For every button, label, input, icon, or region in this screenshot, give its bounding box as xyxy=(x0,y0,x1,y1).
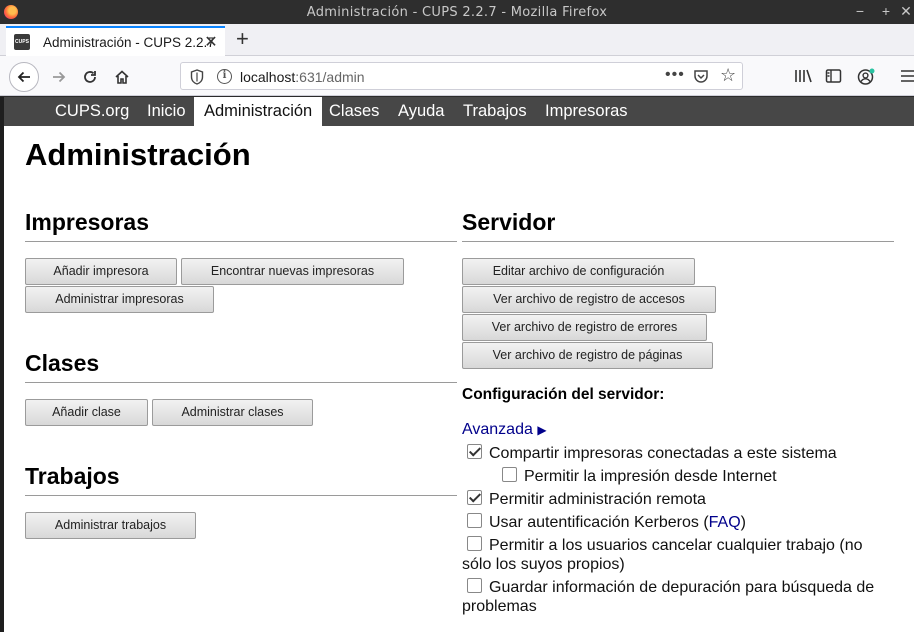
option-remote-admin: Permitir administración remota xyxy=(467,490,706,509)
menu-hamburger-icon[interactable] xyxy=(900,68,914,84)
reload-button[interactable] xyxy=(75,62,105,92)
tab-strip: CUPS Administración - CUPS 2.2.7 ✕ xyxy=(0,24,914,56)
window-close-button[interactable]: ✕ xyxy=(896,3,914,20)
cups-nav-bar: CUPS.org Inicio Administración Clases Ay… xyxy=(4,97,914,126)
remote-admin-label: Permitir administración remota xyxy=(489,491,706,508)
tab-title: Administración - CUPS 2.2.7 xyxy=(43,34,215,50)
debug-logging-label: Guardar información de depuración para b… xyxy=(462,579,875,615)
forward-arrow-icon xyxy=(53,71,66,83)
option-kerberos: Usar autentificación Kerberos (FAQ) xyxy=(467,513,746,532)
home-icon xyxy=(115,70,129,84)
option-share-printers: Compartir impresoras conectadas a este s… xyxy=(467,444,837,463)
server-config-title: Configuración del servidor: xyxy=(462,386,665,403)
option-cancel-any-job: Permitir a los usuarios cancelar cualqui… xyxy=(462,536,892,574)
share-printers-checkbox[interactable] xyxy=(467,444,482,459)
nav-inicio[interactable]: Inicio xyxy=(137,97,196,126)
share-printers-label: Compartir impresoras conectadas a este s… xyxy=(489,445,837,462)
maximize-button[interactable]: + xyxy=(876,3,896,19)
cancel-any-job-label: Permitir a los usuarios cancelar cualqui… xyxy=(462,537,863,573)
kerberos-checkbox[interactable] xyxy=(467,513,482,528)
view-access-log-button[interactable]: Ver archivo de registro de accesos xyxy=(462,286,716,313)
printers-heading: Impresoras xyxy=(25,209,457,242)
server-heading: Servidor xyxy=(462,209,894,242)
back-arrow-icon xyxy=(17,71,30,83)
page-actions-more-icon[interactable]: ••• xyxy=(665,66,685,84)
add-class-button[interactable]: Añadir clase xyxy=(25,399,148,426)
remote-admin-checkbox[interactable] xyxy=(467,490,482,505)
window-title: Administración - CUPS 2.2.7 - Mozilla Fi… xyxy=(306,5,608,20)
jobs-heading: Trabajos xyxy=(25,463,457,496)
cancel-any-job-checkbox[interactable] xyxy=(467,536,482,551)
navigation-toolbar: i localhost:631/admin ••• ☆ xyxy=(0,56,914,96)
kerberos-label: Usar autentificación Kerberos ( xyxy=(489,514,709,531)
edit-config-button[interactable]: Editar archivo de configuración xyxy=(462,258,695,285)
view-page-log-button[interactable]: Ver archivo de registro de páginas xyxy=(462,342,713,369)
add-printer-button[interactable]: Añadir impresora xyxy=(25,258,177,285)
tracking-protection-shield-icon[interactable] xyxy=(190,69,204,85)
minimize-button[interactable]: − xyxy=(850,3,870,19)
kerberos-label-end: ) xyxy=(740,514,746,531)
manage-printers-button[interactable]: Administrar impresoras xyxy=(25,286,214,313)
classes-heading: Clases xyxy=(25,350,457,383)
option-allow-internet: Permitir la impresión desde Internet xyxy=(502,467,777,486)
bookmark-star-icon[interactable]: ☆ xyxy=(720,65,736,86)
url-text[interactable]: localhost:631/admin xyxy=(240,69,365,85)
nav-impresoras[interactable]: Impresoras xyxy=(535,97,638,126)
nav-ayuda[interactable]: Ayuda xyxy=(388,97,455,126)
pocket-icon[interactable] xyxy=(693,69,709,84)
manage-classes-button[interactable]: Administrar clases xyxy=(152,399,313,426)
tab-close-icon[interactable]: ✕ xyxy=(203,32,219,52)
site-info-icon[interactable]: i xyxy=(217,69,232,84)
view-error-log-button[interactable]: Ver archivo de registro de errores xyxy=(462,314,707,341)
new-tab-button[interactable]: + xyxy=(236,28,249,50)
account-icon[interactable] xyxy=(857,68,875,86)
page-title: Administración xyxy=(25,137,251,172)
url-host: localhost xyxy=(240,69,296,85)
nav-administracion[interactable]: Administración xyxy=(194,97,323,126)
reload-icon xyxy=(84,71,96,83)
find-new-printers-button[interactable]: Encontrar nuevas impresoras xyxy=(181,258,404,285)
tab-cups-admin[interactable]: CUPS Administración - CUPS 2.2.7 ✕ xyxy=(6,26,225,56)
back-button[interactable] xyxy=(9,62,39,92)
advanced-label: Avanzada xyxy=(462,421,533,438)
nav-trabajos[interactable]: Trabajos xyxy=(453,97,537,126)
url-path: :631/admin xyxy=(295,69,365,85)
cups-favicon-icon: CUPS xyxy=(14,34,30,50)
faq-link[interactable]: FAQ xyxy=(709,514,741,531)
debug-logging-checkbox[interactable] xyxy=(467,578,482,593)
url-bar[interactable]: i localhost:631/admin ••• ☆ xyxy=(180,62,743,90)
forward-button[interactable] xyxy=(44,62,74,92)
manage-jobs-button[interactable]: Administrar trabajos xyxy=(25,512,196,539)
sidebar-toggle-icon[interactable] xyxy=(825,68,842,84)
nav-clases[interactable]: Clases xyxy=(319,97,389,126)
home-button[interactable] xyxy=(107,62,137,92)
allow-internet-label: Permitir la impresión desde Internet xyxy=(524,468,777,485)
library-icon[interactable] xyxy=(794,68,812,84)
option-debug-logging: Guardar información de depuración para b… xyxy=(462,578,892,616)
window-titlebar: Administración - CUPS 2.2.7 - Mozilla Fi… xyxy=(0,0,914,24)
expand-arrow-icon: ▶ xyxy=(537,423,547,437)
allow-internet-checkbox[interactable] xyxy=(502,467,517,482)
nav-cups-org[interactable]: CUPS.org xyxy=(45,97,139,126)
page-viewport: CUPS.org Inicio Administración Clases Ay… xyxy=(4,97,914,632)
advanced-link[interactable]: Avanzada ▶ xyxy=(462,421,547,439)
